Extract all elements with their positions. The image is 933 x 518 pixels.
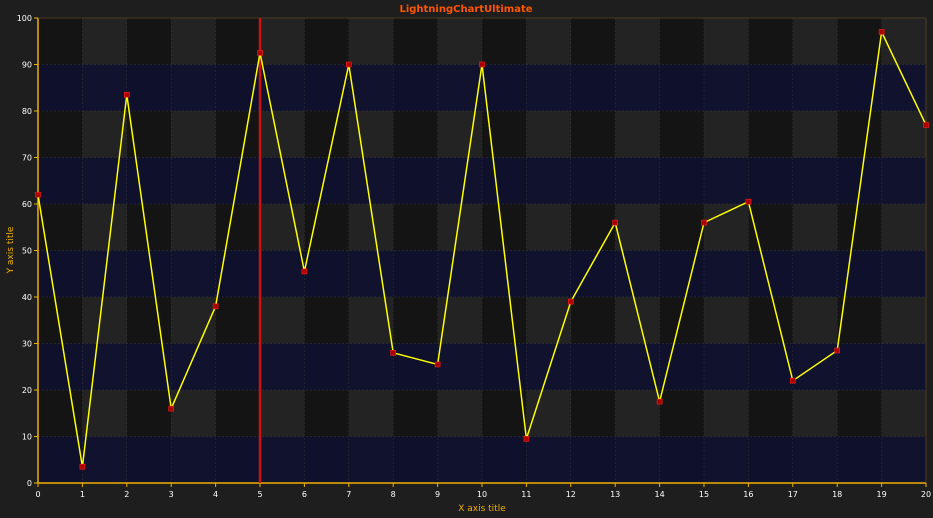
data-point: [567, 298, 574, 305]
y-axis-title: Y axis title: [6, 226, 16, 274]
y-tick-label: 40: [22, 293, 32, 302]
y-tick-label: 90: [22, 61, 32, 70]
x-tick-label: 1: [80, 490, 85, 499]
y-tick-label: 100: [17, 14, 32, 23]
y-tick-label: 20: [22, 386, 32, 395]
x-tick-label: 10: [477, 490, 487, 499]
chart-title: LightningChartUltimate: [399, 4, 532, 15]
y-tick-label: 10: [22, 433, 32, 442]
data-point: [923, 122, 929, 128]
x-tick-label: 0: [35, 490, 40, 499]
x-tick-label: 4: [213, 490, 218, 499]
data-point: [79, 463, 86, 470]
data-point: [434, 361, 441, 368]
x-tick-label: 6: [302, 490, 307, 499]
data-point: [479, 61, 485, 68]
x-tick-label: 18: [832, 490, 842, 499]
y-tick-label: 30: [22, 340, 32, 349]
x-tick-label: 9: [435, 490, 440, 499]
x-tick-label: 20: [921, 490, 931, 499]
x-tick-label: 2: [124, 490, 129, 499]
x-tick-label: 13: [610, 490, 620, 499]
x-tick-label: 17: [788, 490, 798, 499]
data-point: [701, 219, 707, 226]
x-axis-title: X axis title: [458, 504, 506, 514]
data-point: [789, 377, 796, 384]
data-point: [878, 29, 885, 35]
data-point: [124, 91, 130, 98]
row-band: [38, 157, 926, 204]
data-point: [35, 191, 41, 198]
data-point: [257, 50, 263, 56]
line-chart[interactable]: 01020304050607080901000 1 2 3 4 5 6 7 8 9 10 11 12 13…: [0, 0, 933, 518]
data-point: [834, 347, 841, 354]
data-point: [168, 405, 174, 412]
x-tick-label: 14: [655, 490, 665, 499]
data-point: [612, 219, 619, 226]
data-point: [345, 61, 352, 68]
data-point: [390, 349, 397, 356]
y-tick-label: 60: [22, 200, 32, 209]
chart-root: 0 10 20 30 40 50 60 70 80 90 100 0 1 2 3 4 5 6 7 8 9 10 11 12 13…: [0, 0, 933, 518]
y-tick-label: 80: [22, 107, 32, 116]
x-tick-label: 15: [699, 490, 709, 499]
data-point: [523, 436, 530, 442]
x-tick-label: 12: [566, 490, 576, 499]
x-tick-label: 5: [257, 490, 262, 499]
x-tick-label: 3: [169, 490, 174, 499]
y-tick-label: 50: [22, 247, 32, 256]
data-point: [656, 398, 663, 405]
x-tick-label: 16: [743, 490, 753, 499]
data-point: [745, 198, 752, 205]
data-point: [212, 303, 219, 310]
y-tick-label: 70: [22, 154, 32, 163]
x-tick-label: 11: [521, 490, 531, 499]
x-tick-label: 7: [346, 490, 351, 499]
x-tick-label: 19: [877, 490, 887, 499]
data-point: [301, 268, 308, 275]
y-tick-label: 0: [27, 479, 32, 488]
x-tick-label: 8: [391, 490, 396, 499]
